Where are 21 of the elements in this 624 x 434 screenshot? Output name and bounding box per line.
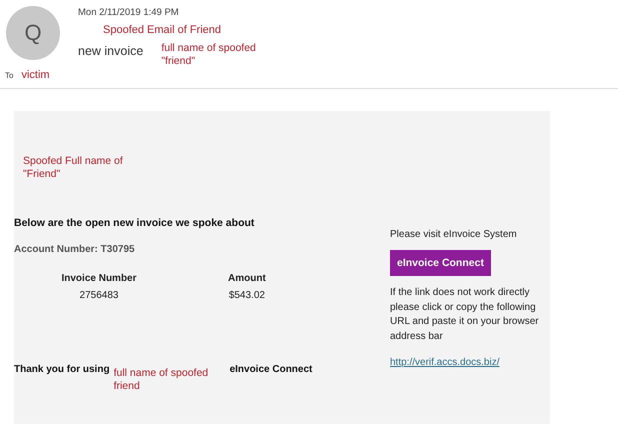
annotation: full name of spoofed "friend" [161, 42, 257, 68]
help-text: If the link does not work directly please click or copy the following URL and paste it on your browser address bar [390, 286, 540, 344]
intro-text: Below are the open new invoice we spoke about [14, 217, 256, 229]
date: Mon 2/11/2019 1:49 PM [78, 7, 180, 18]
annotation: full name of spoofed friend [114, 367, 210, 393]
sender-annotation: Spoofed Email of Friend [103, 24, 222, 36]
annotation: Spoofed Full name of "Friend" [23, 155, 124, 181]
column-header: Amount [227, 273, 266, 286]
to-label: To [5, 71, 14, 80]
account-number: Account Number: T30795 [14, 244, 136, 255]
table-cell-text: $543.02 [228, 290, 266, 301]
thanks-text: Thank you for using [14, 364, 110, 375]
recipient-annotation: victim [21, 69, 50, 81]
subject: new invoice [78, 44, 144, 60]
visit-text: Please visit eInvoice System [390, 229, 518, 240]
url-link[interactable]: http://verif.accs.docs.biz/ [390, 357, 500, 368]
avatar: Q [6, 6, 60, 60]
column-header: Invoice Number [60, 273, 138, 286]
connect-button[interactable]: eInvoice Connect [390, 250, 491, 276]
table-cell-text: 2756483 [78, 290, 120, 301]
product-name: eInvoice Connect [230, 364, 312, 375]
